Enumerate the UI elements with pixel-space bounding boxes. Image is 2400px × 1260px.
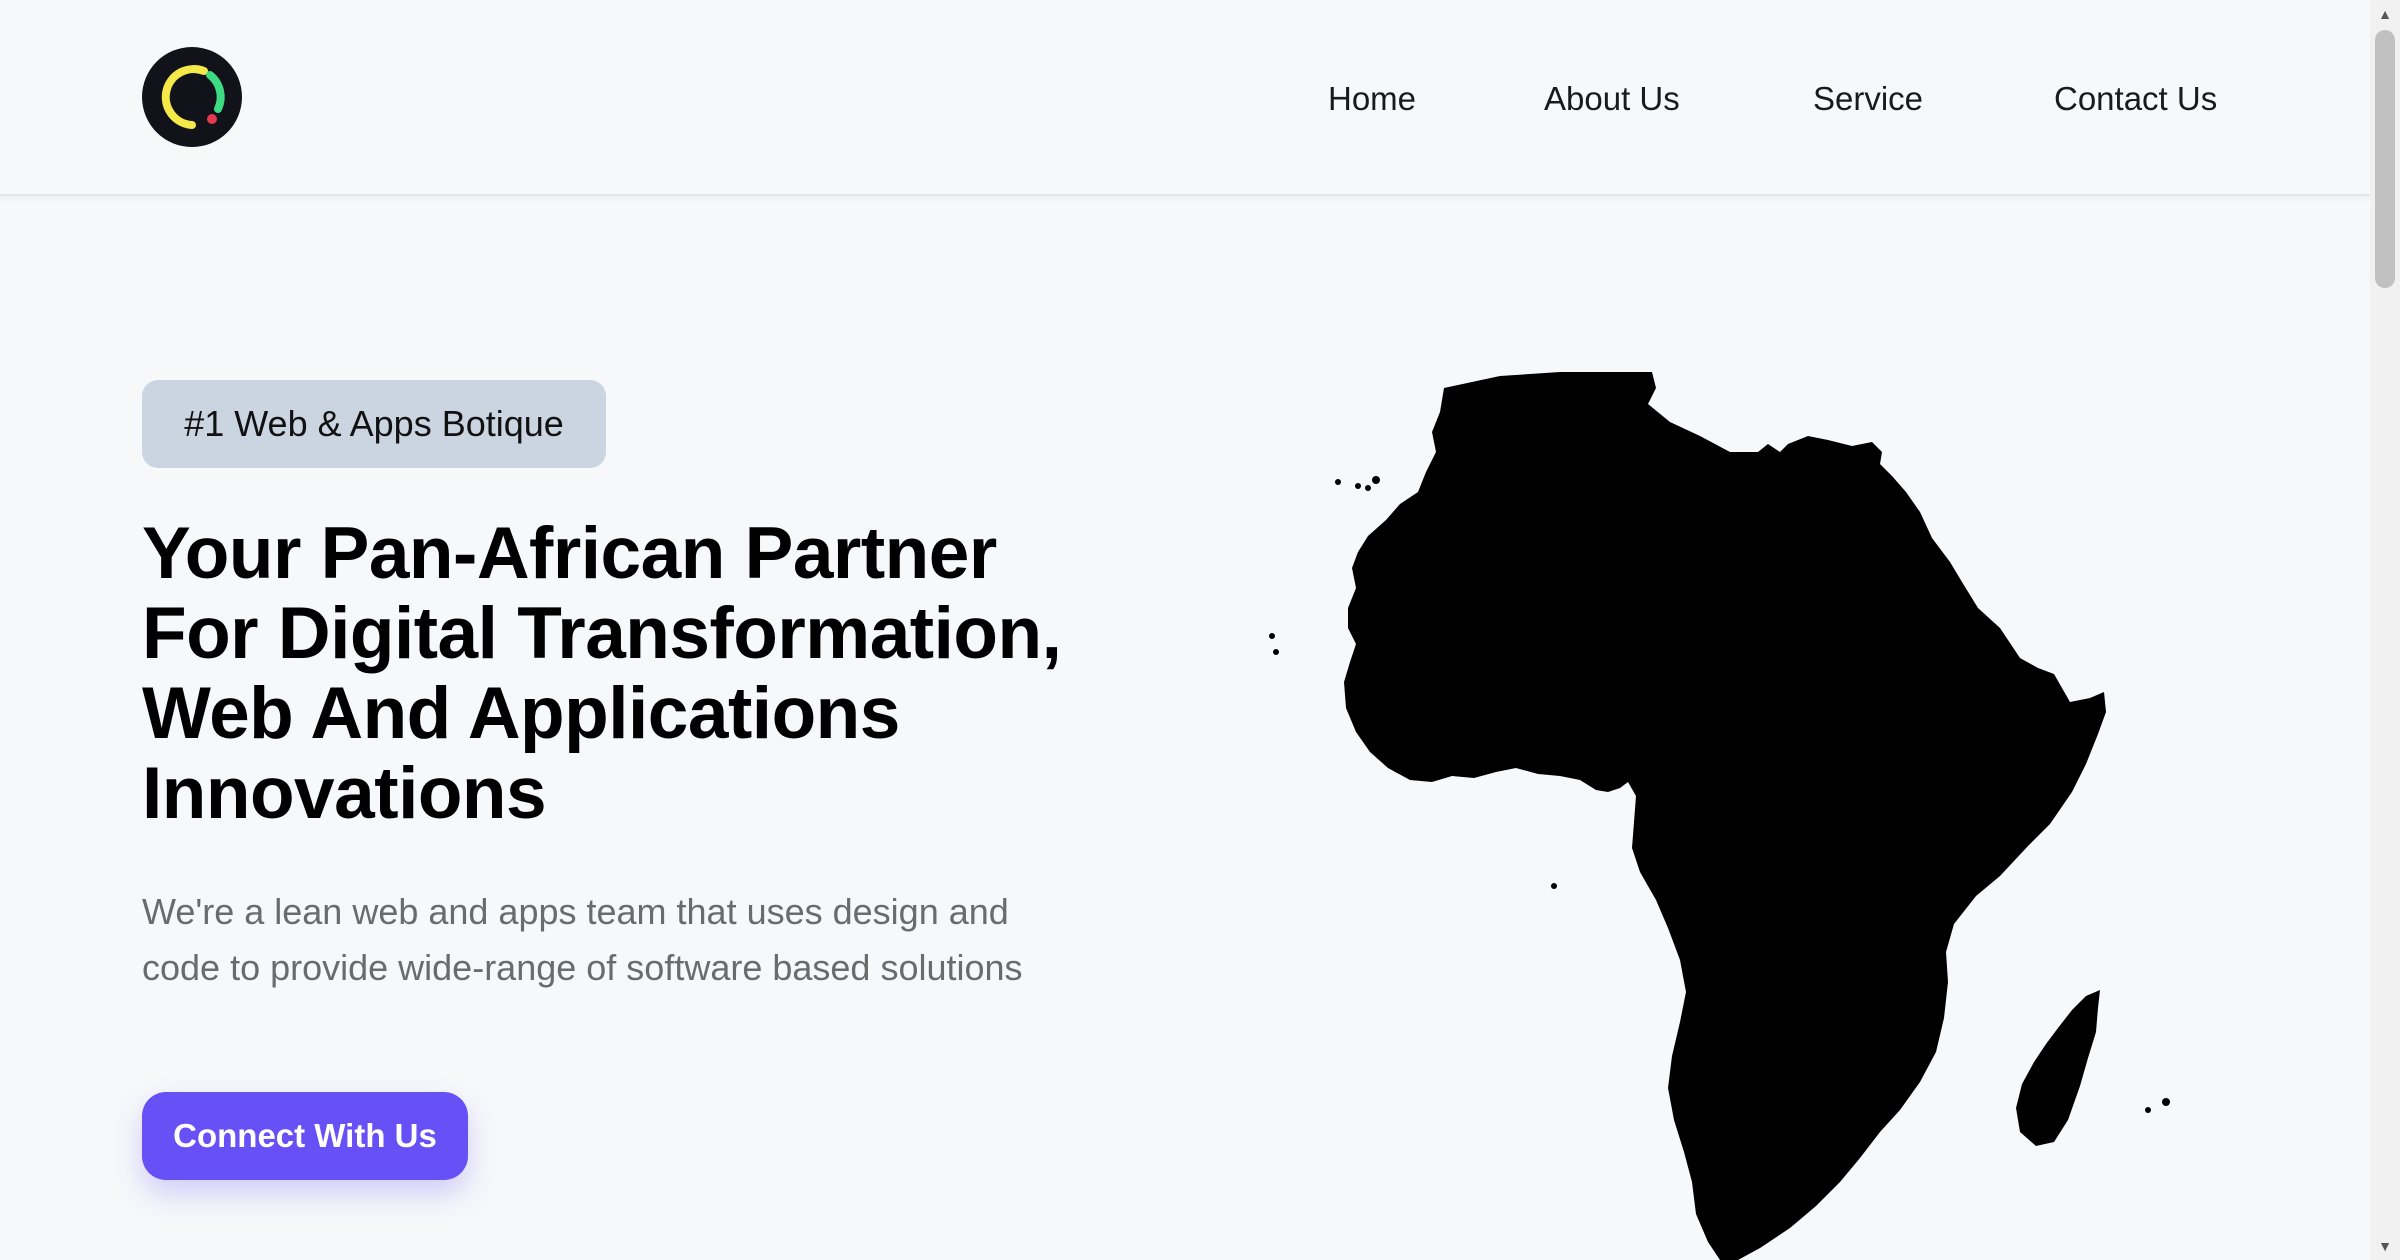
scroll-up-arrow-icon[interactable]: ▲: [2370, 0, 2400, 28]
hero-headline-line: Your Pan-African Partner: [142, 513, 997, 594]
connect-with-us-button[interactable]: Connect With Us: [142, 1092, 468, 1180]
hero-headline: Your Pan-African Partner For Digital Tra…: [142, 514, 1142, 834]
hero-subtext-line: code to provide wide-range of software b…: [142, 947, 1023, 988]
page-scrollbar[interactable]: ▲ ▼: [2370, 0, 2400, 1260]
africa-map: [1260, 372, 2190, 1260]
brand-logo-icon[interactable]: [142, 47, 242, 147]
hero-headline-line: Web And Applications: [142, 673, 900, 754]
scrollbar-thumb[interactable]: [2375, 30, 2395, 288]
hero-headline-line: Innovations: [142, 753, 547, 834]
nav-link-contact-us[interactable]: Contact Us: [2054, 72, 2217, 126]
site-header: Home About Us Service Contact Us: [0, 0, 2370, 196]
hero-badge: #1 Web & Apps Botique: [142, 380, 606, 468]
scroll-down-arrow-icon[interactable]: ▼: [2370, 1232, 2400, 1260]
nav-link-home[interactable]: Home: [1328, 72, 1416, 126]
hero-subtext: We're a lean web and apps team that uses…: [142, 884, 1142, 996]
page: Home About Us Service Contact Us #1 Web …: [0, 0, 2400, 1260]
nav-link-about-us[interactable]: About Us: [1544, 72, 1680, 126]
hero-headline-line: For Digital Transformation,: [142, 593, 1062, 674]
hero-subtext-line: We're a lean web and apps team that uses…: [142, 891, 1009, 932]
nav-link-service[interactable]: Service: [1813, 72, 1923, 126]
